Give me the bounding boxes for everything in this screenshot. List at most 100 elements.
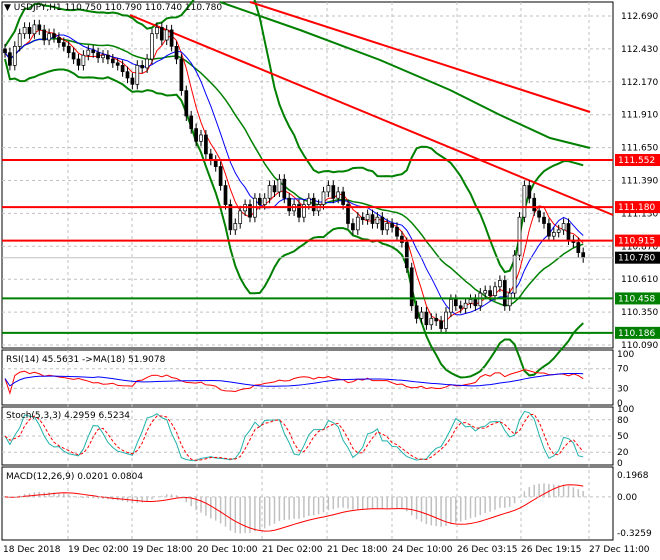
macd-tick-label: -0.3259 (617, 529, 652, 539)
candle-body (282, 178, 287, 199)
candle-body (32, 24, 37, 35)
candle-body (444, 311, 448, 329)
time-tick-label: 26 Dec 19:15 (521, 545, 582, 555)
candle-body (150, 33, 154, 60)
candle-body (468, 299, 473, 304)
symbol-label: USDJPY,H1 (13, 3, 62, 13)
candle-body (488, 290, 492, 297)
price-tick-label: 110.350 (621, 308, 658, 318)
rsi-tick-label: 30 (617, 384, 629, 394)
candle-body (370, 214, 375, 224)
candle-body (262, 197, 267, 205)
level-tag-label: 111.552 (618, 156, 655, 166)
candle-body (91, 49, 96, 54)
candle-body (429, 318, 434, 326)
candle-body (507, 292, 512, 307)
rsi-tick-label: 70 (617, 365, 629, 375)
candle-body (81, 54, 86, 66)
candle-body (409, 267, 414, 307)
candle-body (561, 223, 566, 231)
candle-body (47, 33, 51, 41)
candle-body (115, 62, 120, 66)
price-tick-label: 112.430 (621, 45, 658, 55)
time-tick-label: 19 Dec 18:00 (132, 545, 193, 555)
candle-body (434, 318, 439, 322)
candle-body (120, 64, 125, 73)
candle-body (311, 197, 316, 212)
candle-body (404, 242, 409, 269)
candle-body (204, 134, 208, 155)
price-tick-label: 112.690 (621, 12, 658, 22)
level-tag-label: 110.186 (618, 329, 655, 339)
candle-body (17, 33, 22, 47)
level-tag-label: 111.180 (618, 203, 655, 213)
candle-body (12, 46, 17, 66)
candle-body (532, 197, 537, 212)
high-value: 110.790 (104, 3, 142, 13)
candle-body (439, 320, 443, 329)
candle-body (395, 226, 399, 237)
candle-body (277, 178, 282, 193)
candle-body (76, 58, 81, 66)
time-tick-label: 27 Dec 11:00 (589, 545, 650, 555)
candle-body (140, 64, 145, 69)
candle-body (542, 216, 546, 224)
candle-body (22, 27, 27, 35)
stoch-tick-label: 0 (617, 459, 623, 469)
candle-body (272, 185, 277, 193)
candle-body (8, 52, 12, 66)
candle-body (135, 64, 140, 85)
candle-body (458, 305, 463, 309)
stoch-tick-label: 50 (617, 432, 629, 442)
candle-body (106, 54, 110, 60)
candle-body (37, 24, 42, 31)
candle-body (42, 29, 47, 41)
time-tick-label: 24 Dec 10:00 (392, 545, 453, 555)
candle-body (502, 280, 507, 307)
candle-body (213, 159, 218, 167)
candle-body (199, 134, 203, 142)
candle-body (57, 37, 61, 43)
macd-tick-label: 0.00 (617, 493, 637, 503)
stoch-tick-label: 100 (617, 405, 634, 415)
candle-body (257, 197, 262, 205)
candle-body (375, 216, 380, 224)
stoch-tick-label: 20 (617, 448, 629, 458)
candle-body (306, 197, 311, 205)
candle-body (189, 115, 194, 129)
chart-header: ▼ USDJPY,H1 110.750 110.790 110.740 110.… (4, 3, 222, 13)
candle-body (566, 223, 571, 241)
candle-body (233, 223, 238, 231)
candle-body (223, 185, 228, 205)
candle-body (228, 204, 233, 231)
time-tick-label: 18 Dec 2018 (3, 545, 61, 555)
candle-body (453, 299, 458, 307)
time-tick-label: 21 Dec 18:00 (327, 545, 388, 555)
macd-title: MACD(12,26,9) 0.0201 0.0804 (6, 472, 144, 482)
candle-body (527, 185, 532, 199)
candle-body (130, 77, 135, 85)
candle-body (576, 242, 581, 253)
candle-body (512, 254, 517, 294)
candle-body (551, 232, 556, 237)
candle-body (336, 191, 341, 199)
time-tick-label: 20 Dec 10:00 (197, 545, 258, 555)
candle-body (331, 185, 336, 199)
time-tick-label: 19 Dec 02:00 (68, 545, 129, 555)
dropdown-triangle-icon[interactable]: ▼ (4, 3, 11, 13)
candle-body (179, 58, 184, 92)
stoch-tick-label: 80 (617, 416, 629, 426)
candle-body (159, 27, 164, 41)
candle-body (522, 185, 527, 218)
candle-body (449, 299, 453, 313)
candle-body (351, 223, 355, 231)
candle-body (169, 29, 174, 47)
candle-body (517, 216, 522, 256)
price-tick-label: 110.610 (621, 275, 658, 285)
candle-body (71, 52, 76, 60)
chart-window[interactable]: 18 Dec 2018 19 Dec 02:00 19 Dec 18:00 20 De… (0, 0, 660, 560)
candle-body (238, 210, 243, 224)
level-tag-label: 110.458 (618, 294, 655, 304)
candle-body (473, 299, 478, 307)
candle-body (52, 33, 56, 38)
